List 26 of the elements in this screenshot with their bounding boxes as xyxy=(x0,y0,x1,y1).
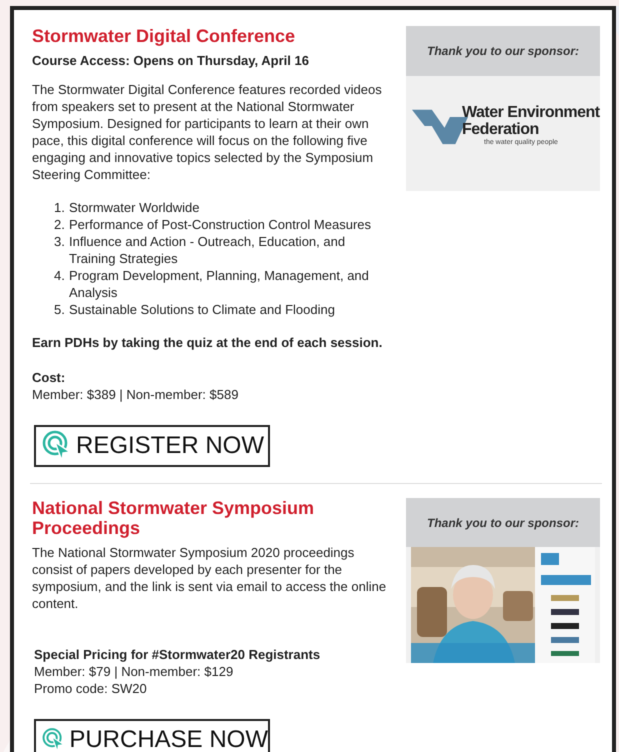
note: Earn PDHs by taking the quiz at the end of each session. xyxy=(32,334,384,351)
price-label: Special Pricing for #Stormwater20 Registrants xyxy=(33,646,322,663)
paragraph: The National Stormwater Symposium 2020 proceedings consist of papers developed by each presenter for the symposium, and the link is sent via email to access the online content. xyxy=(32,544,388,612)
list-item: Influence and Action - Outreach, Education, and Training Strategies xyxy=(69,233,346,267)
price-line: Promo code: SW20 xyxy=(33,680,148,697)
section-title: Stormwater Digital Conference xyxy=(32,26,296,46)
list-number: 2. xyxy=(54,216,66,233)
sponsor-heading: Thank you to our sponsor: xyxy=(406,26,600,76)
logo-name: Water Environment Federation xyxy=(461,104,600,138)
action-button[interactable]: REGISTER NOW xyxy=(34,425,270,467)
price-line: Member: $79 | Non-member: $129 xyxy=(33,663,234,680)
subtitle: Course Access: Opens on Thursday, April 16 xyxy=(32,52,310,69)
paragraph: The Stormwater Digital Conference features recorded videos from speakers set to present at the National Stormwater Symposium. Designed for participants to learn at their own pace, this digital conference will focus on the following five engaging and innovative topics selected by the Symposium Steering Committee: xyxy=(32,81,383,183)
list-number: 4. xyxy=(54,267,66,285)
list-item: Sustainable Solutions to Climate and Flooding xyxy=(69,301,335,318)
section-title: National Stormwater Symposium Proceedings xyxy=(32,498,316,538)
sponsor-heading: Thank you to our sponsor: xyxy=(406,498,600,547)
list-number: 3. xyxy=(54,233,66,251)
action-button[interactable]: PURCHASE NOW xyxy=(34,719,270,752)
list-item: Program Development, Planning, Management, and Analysis xyxy=(69,267,370,301)
list-number: 1. xyxy=(54,199,66,216)
list-item: Performance of Post-Construction Control Measures xyxy=(69,216,372,233)
list-item: Stormwater Worldwide xyxy=(69,199,200,216)
list-number: 5. xyxy=(54,301,66,318)
price-label: Cost: xyxy=(32,369,66,386)
price-line: Member: $389 | Non-member: $589 xyxy=(32,386,240,403)
